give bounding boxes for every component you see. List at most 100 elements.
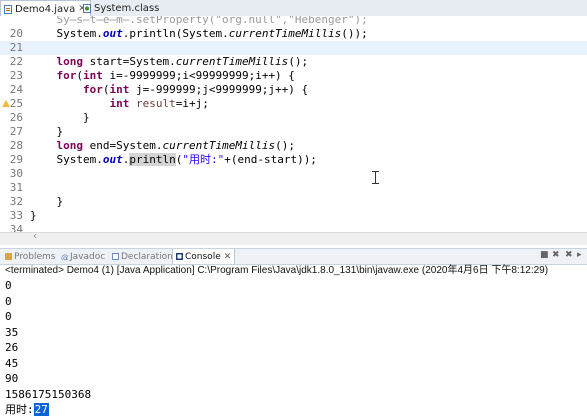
tab-javadoc[interactable]: @ Javadoc xyxy=(61,249,105,264)
code-line: 32 } xyxy=(0,195,587,209)
code-line: Sy̶s̶t̶e̶m̶.setProperty("org.null","Hebe… xyxy=(0,16,587,27)
code-line: 33} xyxy=(0,209,587,223)
console-line: 45 xyxy=(5,356,19,370)
java-file-icon xyxy=(4,4,12,14)
scroll-left-icon[interactable]: ‹ xyxy=(33,231,37,242)
code-line: 26 } xyxy=(0,111,587,125)
code-line: 21 xyxy=(0,41,587,55)
console-line: 0 xyxy=(5,294,12,308)
tab-declaration[interactable]: Declaration xyxy=(112,249,173,264)
code-token: Sy̶s̶t̶e̶m̶.setProperty("org.null","Hebe… xyxy=(30,16,368,26)
line-number: 21 xyxy=(9,41,23,54)
problems-icon xyxy=(5,253,12,260)
code-token: out xyxy=(102,27,123,40)
console-line: 35 xyxy=(5,325,19,339)
horizontal-scrollbar[interactable]: ‹ xyxy=(0,231,587,245)
elapsed-label: 用时: xyxy=(5,403,34,416)
code-editor[interactable]: Sy̶s̶t̶e̶m̶.setProperty("org.null","Hebe… xyxy=(0,16,587,232)
remove-launch-icon[interactable]: ✖ xyxy=(552,250,560,260)
code-line: 34 xyxy=(0,223,587,232)
view-tab-label: Problems xyxy=(14,251,56,262)
remove-all-icon[interactable]: ✖ xyxy=(565,250,573,260)
code-token: println xyxy=(129,153,176,166)
code-token: long xyxy=(56,55,84,68)
console-line: 0 xyxy=(5,310,12,323)
code-token: } xyxy=(30,209,37,222)
tab-demo4-java[interactable]: Demo4.java ✕ xyxy=(0,0,91,17)
code-line: 27 } xyxy=(0,125,587,139)
code-line: 28 long end=System.currentTimeMillis(); xyxy=(0,139,587,153)
tab-label: System.class xyxy=(94,2,160,14)
view-tab-label: Javadoc xyxy=(70,251,106,262)
code-text: } xyxy=(30,125,63,139)
line-number: 30 xyxy=(9,167,23,180)
code-line: 25 int result=i+j; xyxy=(0,97,587,111)
code-token: int xyxy=(83,69,103,82)
code-line: 29 System.out.println("用时:"+(end-start))… xyxy=(0,153,587,167)
terminate-icon[interactable]: ■ xyxy=(540,250,549,260)
code-token: result xyxy=(135,97,176,110)
declaration-icon xyxy=(112,253,119,260)
code-text: for(int j=-999999;j<9999999;j++) { xyxy=(30,83,308,97)
line-number: 27 xyxy=(9,125,23,138)
close-console-icon[interactable]: ✕ xyxy=(224,252,232,262)
code-token: ( xyxy=(76,69,83,82)
code-token: ()); xyxy=(341,27,368,40)
code-token: long xyxy=(56,139,84,152)
code-line: 22 long start=System.currentTimeMillis()… xyxy=(0,55,587,69)
code-token: int xyxy=(109,83,130,96)
code-token: System. xyxy=(30,27,103,40)
line-number: 28 xyxy=(9,139,23,152)
scroll-lock-icon[interactable]: ▸ xyxy=(577,250,582,260)
code-token: "用时:" xyxy=(182,153,225,166)
javadoc-icon: @ xyxy=(61,253,68,260)
code-token: j=-999999;j<9999999;j++) { xyxy=(129,83,309,96)
code-token: end=System. xyxy=(83,139,163,152)
svg-text:@: @ xyxy=(61,253,68,260)
view-tab-label: Declaration xyxy=(121,251,173,262)
line-number: 31 xyxy=(9,181,23,194)
code-line: 31 xyxy=(0,181,587,195)
console-output[interactable]: 0 0 0 35 26 45 90 1586175150368 用时:27 xyxy=(5,278,585,418)
code-token: (); xyxy=(275,139,295,152)
code-token: +(end-start)); xyxy=(224,153,317,166)
line-number: 22 xyxy=(9,55,23,68)
code-token: } xyxy=(30,125,64,138)
line-number: 34 xyxy=(9,223,23,232)
code-line: 23 for(int i=-9999999;i<99999999;i++) { xyxy=(0,69,587,83)
code-text: long end=System.currentTimeMillis(); xyxy=(30,139,295,153)
code-token: } xyxy=(30,111,90,124)
warning-icon[interactable] xyxy=(2,100,10,107)
tab-label: Demo4.java xyxy=(15,3,76,15)
code-line: 20 System.out.println(System.currentTime… xyxy=(0,27,587,41)
code-token: } xyxy=(30,195,64,208)
view-tab-bar: Problems @ Javadoc Declaration Console ✕… xyxy=(0,248,587,265)
line-number: 29 xyxy=(9,153,23,166)
code-token: currentTimeMillis xyxy=(175,55,289,68)
tab-problems[interactable]: Problems xyxy=(5,249,55,264)
code-token: out xyxy=(102,153,123,166)
line-number: 33 xyxy=(9,209,23,222)
code-token: =i+j; xyxy=(175,97,209,110)
code-text: } xyxy=(30,209,37,223)
code-line: 24 for(int j=-999999;j<9999999;j++) { xyxy=(0,83,587,97)
tab-console[interactable]: Console ✕ xyxy=(172,249,236,264)
line-number: 24 xyxy=(9,83,23,96)
code-token: for xyxy=(56,69,77,82)
text-cursor-icon xyxy=(372,171,380,184)
selected-elapsed-value[interactable]: 27 xyxy=(33,403,49,416)
class-file-icon xyxy=(83,3,91,13)
code-text: } xyxy=(30,111,90,125)
code-token: int xyxy=(109,97,130,110)
console-line: 1586175150368 xyxy=(5,387,92,401)
code-token: currentTimeMillis xyxy=(162,139,276,152)
line-number: 26 xyxy=(9,111,23,124)
console-icon xyxy=(176,253,183,260)
tab-system-class[interactable]: System.class xyxy=(80,0,163,16)
code-text: System.out.println("用时:"+(end-start)); xyxy=(30,153,317,167)
console-line: 26 xyxy=(5,341,19,354)
